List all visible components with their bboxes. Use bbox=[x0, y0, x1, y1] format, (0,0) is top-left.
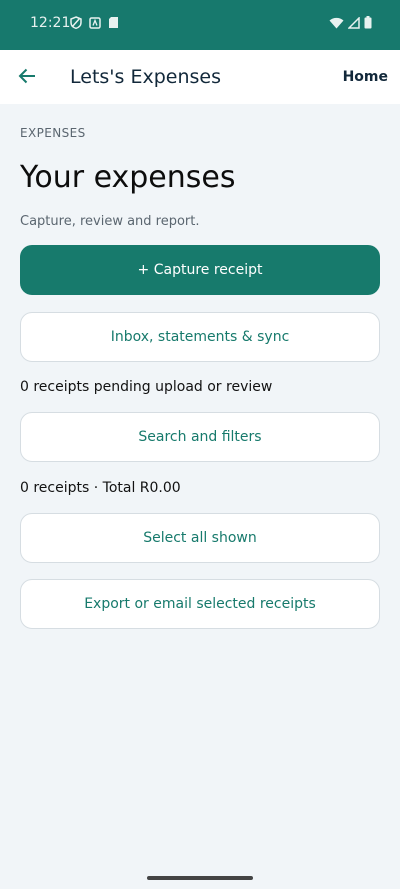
arrow-left-icon bbox=[18, 68, 35, 84]
inbox-statements-sync-button[interactable]: Inbox, statements & sync bbox=[20, 312, 380, 362]
export-email-receipts-button[interactable]: Export or email selected receipts bbox=[20, 579, 380, 629]
capture-receipt-button[interactable]: + Capture receipt bbox=[20, 245, 380, 295]
wifi-icon bbox=[329, 17, 344, 28]
signal-icon bbox=[348, 16, 360, 29]
app-title: Lets's Expenses bbox=[70, 66, 221, 88]
page-title: Your expenses bbox=[20, 160, 236, 195]
status-time: 12:21 bbox=[30, 15, 71, 31]
battery-icon bbox=[364, 16, 372, 29]
receipts-summary-text: 0 receipts · Total R0.00 bbox=[20, 480, 181, 496]
status-system-icons bbox=[329, 16, 372, 29]
app-bar: Lets's Expenses Home bbox=[0, 50, 400, 104]
home-indicator[interactable] bbox=[147, 876, 253, 880]
page-subtitle: Capture, review and report. bbox=[20, 214, 200, 229]
home-link[interactable]: Home bbox=[343, 69, 388, 85]
section-eyebrow: EXPENSES bbox=[20, 126, 86, 140]
notification-app-icon bbox=[89, 16, 101, 29]
search-filters-button[interactable]: Search and filters bbox=[20, 412, 380, 462]
sim-card-icon bbox=[109, 17, 118, 28]
pending-receipts-text: 0 receipts pending upload or review bbox=[20, 379, 273, 395]
select-all-shown-button[interactable]: Select all shown bbox=[20, 513, 380, 563]
status-notification-icons bbox=[70, 16, 119, 29]
status-bar: 12:21 bbox=[0, 0, 400, 50]
shield-icon bbox=[70, 16, 82, 29]
back-button[interactable] bbox=[12, 61, 42, 91]
